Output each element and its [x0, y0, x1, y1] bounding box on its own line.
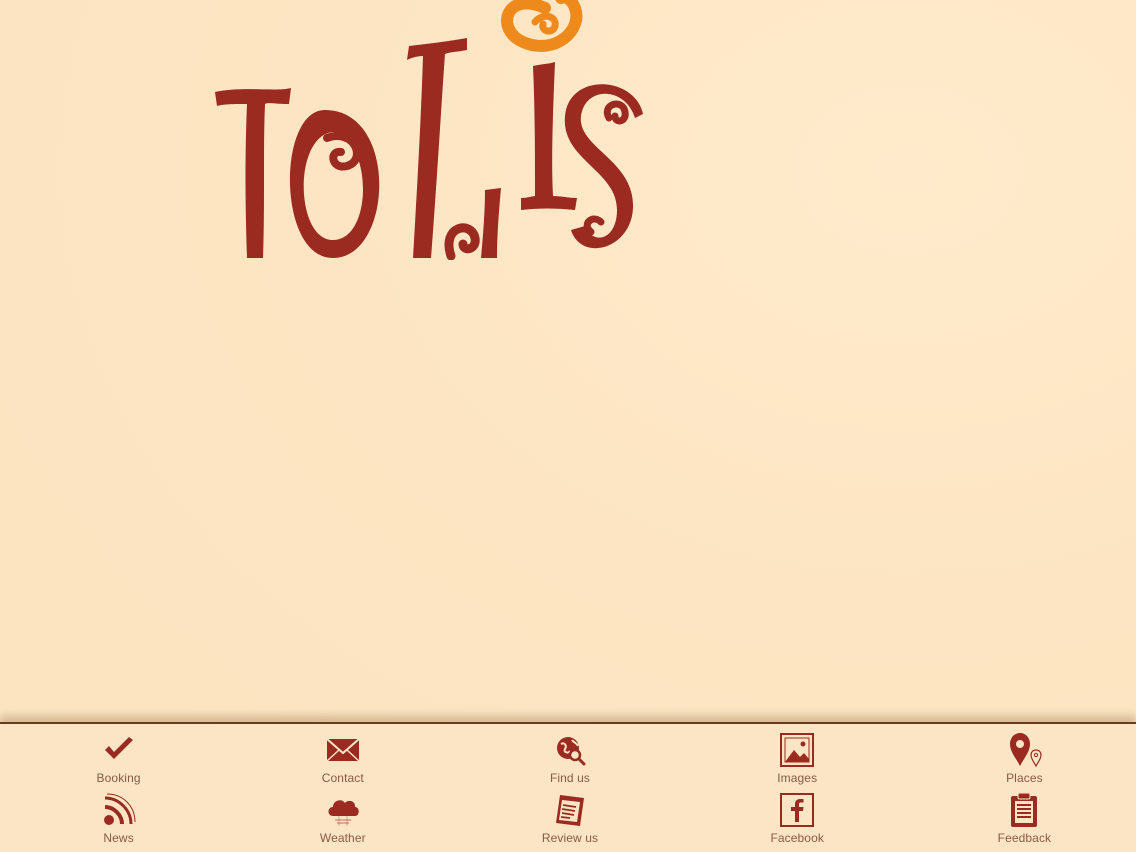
cloud-icon	[328, 800, 359, 826]
tab-feedback-label: Feedback	[997, 831, 1052, 845]
map-pin-icon	[1010, 733, 1042, 768]
tab-news[interactable]: News	[3, 792, 230, 852]
tab-contact-label: Contact	[321, 771, 364, 785]
tab-booking-label: Booking	[96, 771, 141, 785]
tab-facebook-label: Facebook	[770, 831, 824, 845]
clipboard-icon	[1011, 792, 1038, 827]
tab-images-label: Images	[777, 771, 818, 785]
tab-weather[interactable]: Weather	[227, 792, 454, 852]
tab-places[interactable]: Places	[909, 732, 1136, 792]
review-icon	[555, 795, 584, 826]
facebook-icon	[780, 793, 815, 827]
tab-facebook[interactable]: Facebook	[682, 792, 909, 852]
tab-find-us[interactable]: Find us	[454, 732, 681, 792]
globe-search-icon	[556, 737, 586, 766]
tab-contact[interactable]: Contact	[227, 732, 454, 792]
tab-feedback[interactable]: Feedback	[909, 792, 1136, 852]
envelope-icon	[326, 738, 360, 762]
tab-review-us-label: Review us	[541, 831, 599, 845]
tollis-logo	[215, 0, 643, 260]
tab-weather-label: Weather	[319, 831, 366, 845]
tab-news-label: News	[103, 831, 134, 845]
tab-places-label: Places	[1006, 771, 1043, 785]
tab-booking[interactable]: Booking	[3, 732, 230, 792]
app-screen: Booking Contact Find us Images Places Ne…	[0, 0, 1136, 852]
picture-icon	[780, 733, 815, 767]
tab-find-us-label: Find us	[549, 771, 591, 785]
tab-images[interactable]: Images	[682, 732, 909, 792]
bottom-tab-bar: Booking Contact Find us Images Places Ne…	[0, 722, 1136, 852]
checkmark-icon	[104, 737, 133, 759]
swirl-ornament-icon	[501, 0, 583, 52]
rss-icon	[103, 793, 136, 825]
tab-review-us[interactable]: Review us	[454, 792, 681, 852]
